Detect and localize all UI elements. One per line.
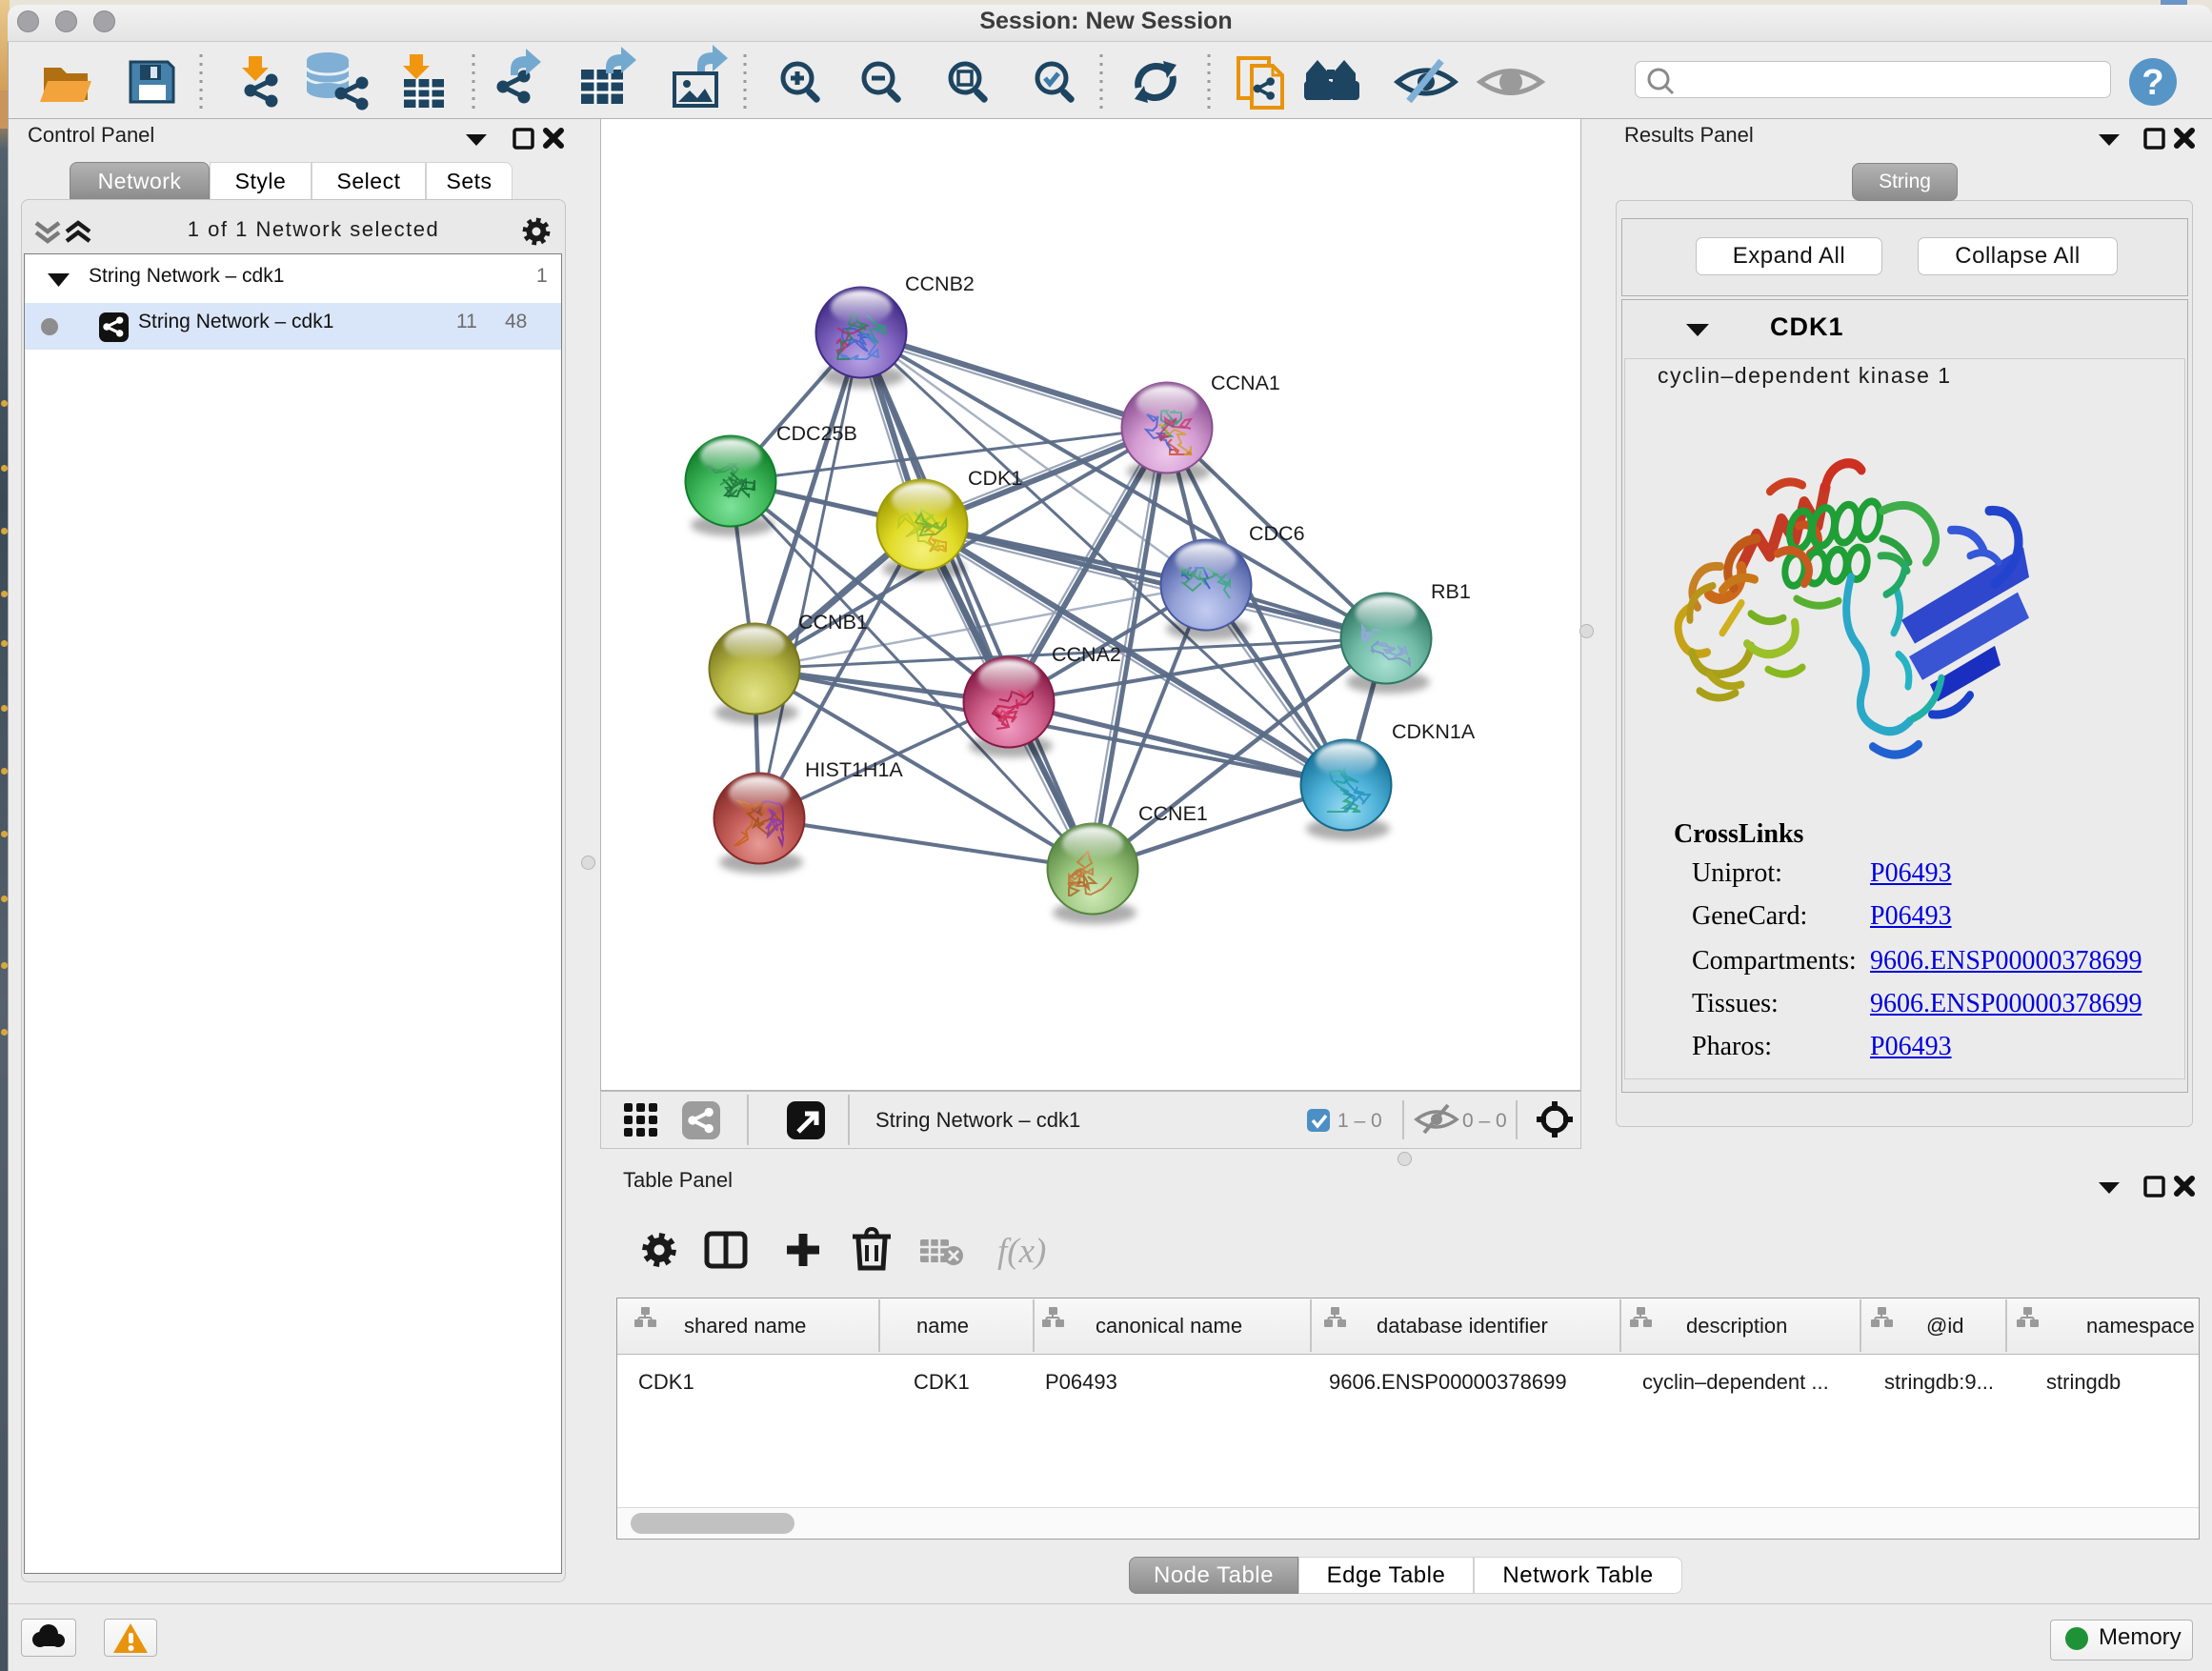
svg-text:name: name xyxy=(916,1314,969,1338)
svg-text:f(x): f(x) xyxy=(997,1232,1046,1271)
svg-text:CDKN1A: CDKN1A xyxy=(1392,720,1476,743)
svg-text:CCNB1: CCNB1 xyxy=(798,611,868,634)
svg-text:CDC6: CDC6 xyxy=(1249,522,1305,545)
svg-text:CDC25B: CDC25B xyxy=(776,422,857,445)
svg-text:database identifier: database identifier xyxy=(1377,1314,1548,1338)
svg-text:1 – 0: 1 – 0 xyxy=(1337,1110,1382,1132)
svg-text:P06493: P06493 xyxy=(1045,1370,1117,1394)
svg-text:9606.ENSP00000378699: 9606.ENSP00000378699 xyxy=(1329,1370,1567,1394)
svg-text:?: ? xyxy=(2142,63,2163,103)
svg-text:stringdb:9...: stringdb:9... xyxy=(1884,1370,1994,1394)
svg-text:description: description xyxy=(1686,1314,1787,1338)
svg-text:String Network – cdk1: String Network – cdk1 xyxy=(875,1108,1080,1132)
svg-text:stringdb: stringdb xyxy=(2046,1370,2121,1394)
svg-text:CDK1: CDK1 xyxy=(968,467,1022,490)
svg-text:HIST1H1A: HIST1H1A xyxy=(805,758,903,781)
svg-text:cyclin–dependent ...: cyclin–dependent ... xyxy=(1642,1370,1829,1394)
svg-text:CCNA1: CCNA1 xyxy=(1211,372,1280,394)
svg-text:RB1: RB1 xyxy=(1431,580,1471,603)
svg-text:CDK1: CDK1 xyxy=(914,1370,970,1394)
svg-text:canonical name: canonical name xyxy=(1096,1314,1242,1338)
svg-text:namespace: namespace xyxy=(2086,1314,2195,1338)
svg-text:CCNA2: CCNA2 xyxy=(1052,643,1121,666)
svg-text:0 – 0: 0 – 0 xyxy=(1462,1110,1507,1132)
svg-text:CCNE1: CCNE1 xyxy=(1138,802,1208,825)
svg-text:@id: @id xyxy=(1926,1314,1963,1338)
svg-text:CDK1: CDK1 xyxy=(638,1370,694,1394)
svg-text:CCNB2: CCNB2 xyxy=(905,272,975,295)
svg-text:shared name: shared name xyxy=(684,1314,806,1338)
